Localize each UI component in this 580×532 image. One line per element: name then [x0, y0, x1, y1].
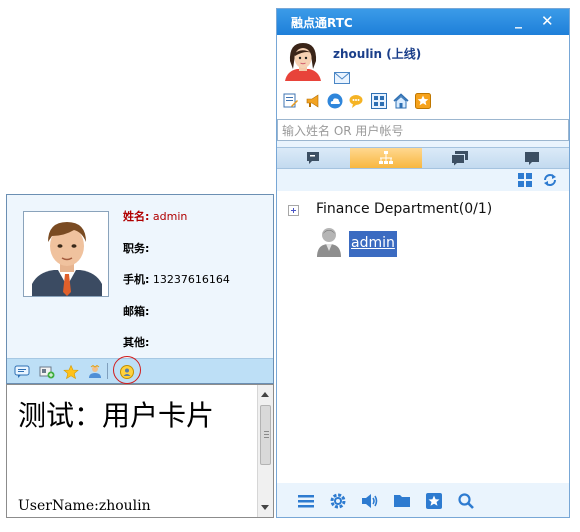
- phone-row: 手机: 13237616164: [123, 272, 271, 304]
- tab-group-chat[interactable]: [423, 148, 495, 168]
- search-box[interactable]: [277, 119, 569, 141]
- close-button[interactable]: ✕: [541, 12, 554, 30]
- scroll-thumb[interactable]: [260, 405, 271, 465]
- folder-icon[interactable]: [393, 492, 411, 510]
- scroll-down-arrow-icon[interactable]: [261, 505, 269, 510]
- window-titlebar[interactable]: 融点通RTC _ ✕: [277, 9, 569, 35]
- name-row: 姓名: admin: [123, 209, 271, 241]
- menu-icon[interactable]: [297, 492, 315, 510]
- chat-icon[interactable]: [14, 364, 30, 378]
- profile-panel: zhoulin (上线): [277, 35, 569, 119]
- star-box-icon[interactable]: [425, 492, 443, 510]
- tab-discussion[interactable]: [496, 148, 568, 168]
- grid-view-icon[interactable]: [517, 172, 533, 192]
- view-options-bar: [277, 169, 569, 191]
- favorite-star-icon[interactable]: [415, 93, 431, 109]
- other-label: 其他:: [123, 336, 150, 349]
- title-row: 职务:: [123, 241, 271, 273]
- minimize-button[interactable]: _: [515, 13, 522, 29]
- contact-tree: Finance Department(0/1) admin: [277, 191, 569, 483]
- main-tabs: [277, 147, 569, 169]
- message-pane[interactable]: 测试：用户卡片 UserName:zhoulin: [6, 384, 274, 518]
- email-row: 邮箱:: [123, 304, 271, 336]
- window-title: 融点通RTC: [291, 16, 353, 30]
- volume-icon[interactable]: [361, 492, 379, 510]
- scroll-up-arrow-icon[interactable]: [261, 392, 269, 397]
- star-icon[interactable]: [63, 364, 79, 380]
- grid-app-icon[interactable]: [371, 93, 387, 109]
- card-add-icon[interactable]: [39, 364, 55, 379]
- expand-toggle[interactable]: [288, 205, 299, 216]
- email-label: 邮箱:: [123, 304, 150, 318]
- cloud-icon[interactable]: [327, 93, 343, 109]
- edit-profile-icon[interactable]: [283, 93, 299, 109]
- toolbar-separator: [107, 363, 108, 379]
- message-heading: 测试：用户卡片: [18, 399, 215, 432]
- vertical-scrollbar[interactable]: [257, 385, 273, 517]
- title-label: 职务:: [123, 241, 150, 255]
- refresh-icon[interactable]: [542, 172, 558, 192]
- tab-org-tree[interactable]: [350, 148, 422, 168]
- announcement-icon[interactable]: [305, 93, 321, 109]
- user-info: 姓名: admin 职务: 手机: 13237616164 邮箱: 其他:: [123, 209, 271, 367]
- tab-recent-chats[interactable]: [277, 148, 349, 168]
- phone-label: 手机:: [123, 273, 150, 286]
- user-group-icon[interactable]: [87, 364, 103, 378]
- settings-icon[interactable]: [329, 492, 347, 510]
- member-admin[interactable]: admin: [349, 231, 397, 257]
- rtc-window: 融点通RTC _ ✕ zhoulin (上线) 输入姓名 OR 用户帐号 Fin…: [276, 8, 570, 518]
- highlight-circle: [113, 356, 141, 384]
- search-icon[interactable]: [457, 492, 475, 510]
- name-value: admin: [152, 210, 188, 223]
- profile-username[interactable]: zhoulin (上线): [333, 45, 421, 62]
- user-card: 姓名: admin 职务: 手机: 13237616164 邮箱: 其他:: [6, 194, 274, 384]
- user-photo: [23, 211, 109, 297]
- message-content: 测试：用户卡片: [18, 399, 248, 433]
- home-icon[interactable]: [393, 93, 409, 109]
- search-input[interactable]: [282, 122, 562, 140]
- bottom-toolbar: [277, 483, 569, 517]
- department-node[interactable]: Finance Department(0/1): [316, 201, 492, 217]
- offline-user-icon: [313, 225, 345, 257]
- message-username: UserName:zhoulin: [18, 498, 151, 514]
- avatar[interactable]: [283, 39, 323, 81]
- phone-value: 13237616164: [152, 273, 230, 286]
- card-toolbar: [7, 356, 273, 384]
- message-bubbles-icon[interactable]: [349, 93, 365, 109]
- mail-icon[interactable]: [334, 69, 350, 84]
- name-label: 姓名:: [123, 210, 150, 223]
